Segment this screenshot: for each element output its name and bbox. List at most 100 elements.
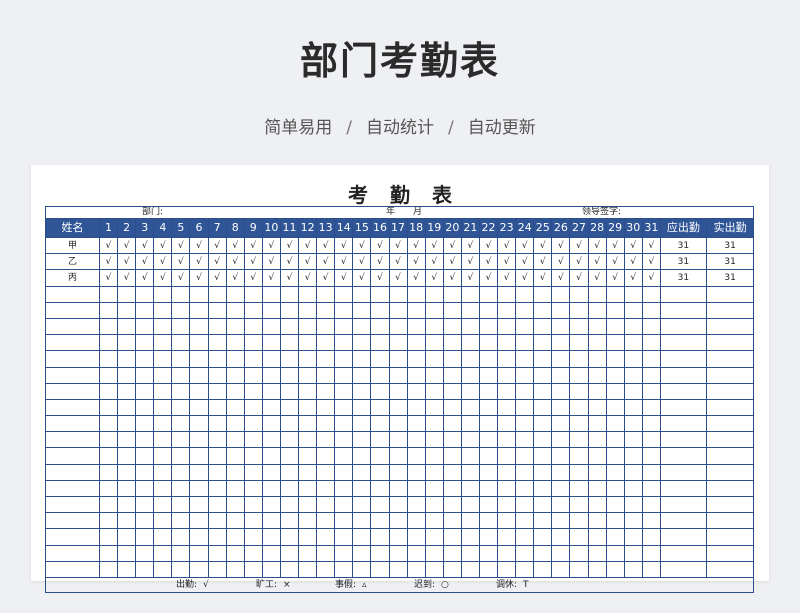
empty-cell[interactable] [605, 382, 625, 400]
empty-cell[interactable] [705, 528, 755, 546]
empty-cell[interactable] [442, 479, 462, 498]
empty-cell[interactable] [316, 415, 336, 433]
empty-cell[interactable] [171, 463, 191, 481]
empty-cell[interactable] [623, 317, 643, 336]
empty-cell[interactable] [171, 317, 191, 336]
empty-cell[interactable] [705, 334, 755, 352]
empty-cell[interactable] [605, 285, 625, 303]
empty-cell[interactable] [442, 334, 462, 352]
empty-cell[interactable] [388, 463, 408, 481]
attendance-mark-cell[interactable]: √ [171, 269, 191, 287]
empty-cell[interactable] [605, 479, 625, 498]
empty-cell[interactable] [334, 495, 354, 514]
empty-cell[interactable] [207, 544, 227, 562]
empty-cell[interactable] [623, 495, 643, 514]
empty-cell[interactable] [316, 544, 336, 562]
empty-cell[interactable] [533, 479, 553, 498]
attendance-mark-cell[interactable]: √ [98, 236, 119, 255]
empty-cell[interactable] [98, 479, 119, 498]
empty-cell[interactable] [45, 334, 100, 352]
empty-cell[interactable] [135, 366, 155, 384]
empty-cell[interactable] [279, 415, 300, 433]
empty-cell[interactable] [261, 317, 281, 336]
empty-cell[interactable] [659, 431, 707, 449]
empty-cell[interactable] [460, 382, 480, 400]
empty-cell[interactable] [243, 398, 263, 417]
attendance-mark-cell[interactable]: √ [533, 269, 553, 287]
attendance-mark-cell[interactable]: √ [460, 253, 480, 271]
empty-cell[interactable] [497, 544, 517, 562]
empty-cell[interactable] [478, 415, 499, 433]
empty-cell[interactable] [442, 495, 462, 514]
empty-cell[interactable] [334, 447, 354, 465]
empty-cell[interactable] [153, 317, 173, 336]
empty-cell[interactable] [515, 415, 535, 433]
empty-cell[interactable] [352, 382, 372, 400]
empty-cell[interactable] [352, 463, 372, 481]
empty-cell[interactable] [279, 285, 300, 303]
empty-cell[interactable] [117, 285, 137, 303]
attendance-mark-cell[interactable]: √ [478, 253, 499, 271]
empty-cell[interactable] [189, 544, 209, 562]
empty-cell[interactable] [406, 560, 426, 578]
empty-cell[interactable] [298, 560, 318, 578]
empty-cell[interactable] [424, 317, 444, 336]
empty-cell[interactable] [225, 447, 245, 465]
attendance-mark-cell[interactable]: √ [497, 236, 517, 255]
empty-cell[interactable] [117, 544, 137, 562]
empty-cell[interactable] [225, 398, 245, 417]
empty-cell[interactable] [659, 479, 707, 498]
empty-cell[interactable] [587, 285, 607, 303]
empty-cell[interactable] [334, 317, 354, 336]
empty-cell[interactable] [225, 431, 245, 449]
empty-cell[interactable] [117, 528, 137, 546]
empty-cell[interactable] [478, 285, 499, 303]
attendance-mark-cell[interactable]: √ [298, 236, 318, 255]
empty-cell[interactable] [279, 544, 300, 562]
empty-cell[interactable] [478, 398, 499, 417]
empty-cell[interactable] [225, 544, 245, 562]
attendance-mark-cell[interactable]: √ [98, 269, 119, 287]
empty-cell[interactable] [153, 544, 173, 562]
empty-cell[interactable] [623, 512, 643, 530]
empty-cell[interactable] [623, 560, 643, 578]
empty-cell[interactable] [279, 382, 300, 400]
empty-cell[interactable] [98, 512, 119, 530]
empty-cell[interactable] [207, 398, 227, 417]
empty-cell[interactable] [298, 479, 318, 498]
empty-cell[interactable] [641, 285, 661, 303]
empty-cell[interactable] [424, 495, 444, 514]
empty-cell[interactable] [659, 334, 707, 352]
empty-cell[interactable] [171, 285, 191, 303]
attendance-mark-cell[interactable]: √ [605, 253, 625, 271]
empty-cell[interactable] [370, 495, 390, 514]
empty-cell[interactable] [551, 415, 571, 433]
empty-cell[interactable] [587, 544, 607, 562]
empty-cell[interactable] [533, 398, 553, 417]
empty-cell[interactable] [460, 479, 480, 498]
empty-cell[interactable] [316, 447, 336, 465]
empty-cell[interactable] [352, 495, 372, 514]
attendance-mark-cell[interactable]: √ [117, 253, 137, 271]
empty-cell[interactable] [261, 398, 281, 417]
empty-cell[interactable] [279, 528, 300, 546]
empty-cell[interactable] [279, 350, 300, 368]
empty-cell[interactable] [533, 528, 553, 546]
empty-cell[interactable] [225, 479, 245, 498]
attendance-mark-cell[interactable]: √ [261, 236, 281, 255]
empty-cell[interactable] [515, 495, 535, 514]
empty-cell[interactable] [442, 350, 462, 368]
empty-cell[interactable] [370, 366, 390, 384]
empty-cell[interactable] [587, 398, 607, 417]
empty-cell[interactable] [659, 528, 707, 546]
empty-cell[interactable] [641, 479, 661, 498]
empty-cell[interactable] [352, 285, 372, 303]
empty-cell[interactable] [605, 512, 625, 530]
empty-cell[interactable] [605, 431, 625, 449]
empty-cell[interactable] [98, 495, 119, 514]
empty-cell[interactable] [641, 334, 661, 352]
empty-cell[interactable] [659, 285, 707, 303]
attendance-mark-cell[interactable]: √ [478, 269, 499, 287]
empty-cell[interactable] [551, 350, 571, 368]
empty-cell[interactable] [98, 334, 119, 352]
